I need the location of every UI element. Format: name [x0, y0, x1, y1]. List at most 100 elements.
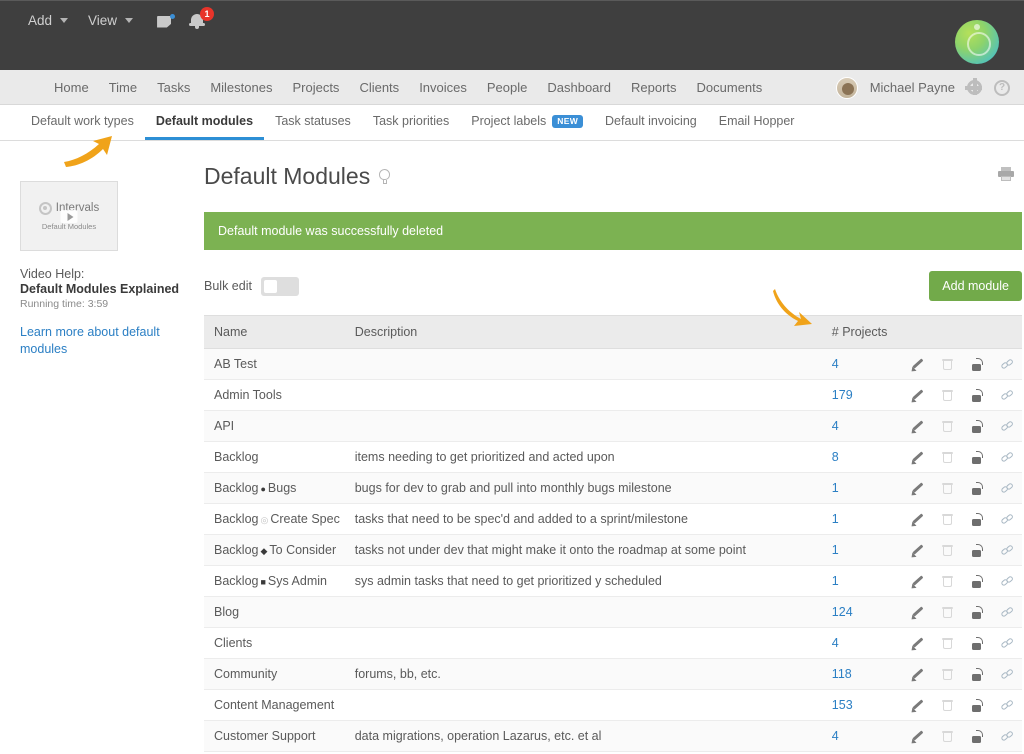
edit-icon[interactable]	[909, 729, 924, 746]
lock-icon[interactable]	[971, 667, 984, 681]
table-row[interactable]: Backlog ● Bugs bugs for dev to grab and pul…	[204, 472, 1022, 504]
tab-task-statuses[interactable]: Task statuses	[264, 105, 362, 140]
table-row[interactable]: Backlog ◎ Create Spec tasks that need to be…	[204, 503, 1022, 535]
lightbulb-icon[interactable]	[379, 169, 391, 184]
project-count-link[interactable]: 1	[832, 512, 839, 526]
nav-item-dashboard[interactable]: Dashboard	[537, 80, 621, 95]
column-header-name[interactable]: Name	[204, 315, 345, 349]
link-icon[interactable]	[1000, 512, 1014, 526]
lock-icon[interactable]	[971, 729, 984, 743]
tab-email-hopper[interactable]: Email Hopper	[708, 105, 806, 140]
bell-icon[interactable]: 1	[188, 7, 215, 30]
lock-icon[interactable]	[971, 636, 984, 650]
project-count-link[interactable]: 1	[832, 543, 839, 557]
link-icon[interactable]	[1000, 357, 1014, 371]
project-count-link[interactable]: 1	[832, 481, 839, 495]
project-count-link[interactable]: 8	[832, 450, 839, 464]
printer-icon[interactable]	[998, 167, 1014, 181]
table-row[interactable]: Backlog ■ Sys Admin sys admin tasks that ne…	[204, 565, 1022, 597]
project-count-link[interactable]: 4	[832, 636, 839, 650]
edit-icon[interactable]	[909, 481, 924, 498]
nav-item-clients[interactable]: Clients	[349, 80, 409, 95]
edit-icon[interactable]	[909, 605, 924, 622]
project-count-link[interactable]: 118	[832, 667, 852, 681]
lock-icon[interactable]	[971, 357, 984, 371]
project-count-link[interactable]: 179	[832, 388, 853, 402]
table-row[interactable]: Backlog ◆ To Consider tasks not under dev t…	[204, 534, 1022, 566]
table-row[interactable]: Clients 4	[204, 627, 1022, 659]
lock-icon[interactable]	[971, 605, 984, 619]
bulk-edit-toggle[interactable]	[260, 276, 299, 296]
user-name[interactable]: Michael Payne	[870, 80, 955, 95]
nav-item-milestones[interactable]: Milestones	[200, 80, 282, 95]
edit-icon[interactable]	[909, 512, 924, 529]
nav-item-people[interactable]: People	[477, 80, 537, 95]
link-icon[interactable]	[1000, 667, 1014, 681]
lock-icon[interactable]	[971, 481, 984, 495]
project-count-link[interactable]: 124	[832, 605, 853, 619]
play-icon[interactable]	[60, 210, 78, 224]
edit-icon[interactable]	[909, 450, 924, 467]
edit-icon[interactable]	[909, 419, 924, 436]
link-icon[interactable]	[1000, 729, 1014, 743]
add-module-button[interactable]: Add module	[929, 271, 1022, 301]
edit-icon[interactable]	[909, 357, 924, 374]
project-count-link[interactable]: 4	[832, 357, 839, 371]
link-icon[interactable]	[1000, 388, 1014, 402]
link-icon[interactable]	[1000, 698, 1014, 712]
table-row[interactable]: Backlog items needing to get prioritized …	[204, 441, 1022, 473]
table-row[interactable]: Customer Support data migrations, operati…	[204, 720, 1022, 752]
lock-icon[interactable]	[971, 419, 984, 433]
link-icon[interactable]	[1000, 450, 1014, 464]
link-icon[interactable]	[1000, 605, 1014, 619]
nav-item-tasks[interactable]: Tasks	[147, 80, 200, 95]
link-icon[interactable]	[1000, 419, 1014, 433]
nav-item-home[interactable]: Home	[44, 80, 99, 95]
edit-icon[interactable]	[909, 543, 924, 560]
table-row[interactable]: Community forums, bb, etc. 118	[204, 658, 1022, 690]
help-icon[interactable]: ?	[994, 79, 1010, 96]
tab-project-labels[interactable]: Project labels NEW	[460, 105, 594, 140]
column-header-projects[interactable]: # Projects	[821, 315, 901, 349]
link-icon[interactable]	[1000, 574, 1014, 588]
nav-item-reports[interactable]: Reports	[621, 80, 687, 95]
project-count-link[interactable]: 1	[832, 574, 839, 588]
intervals-logo[interactable]	[955, 20, 999, 64]
lock-icon[interactable]	[971, 698, 984, 712]
lock-icon[interactable]	[971, 574, 984, 588]
table-row[interactable]: Content Management 153	[204, 689, 1022, 721]
project-count-link[interactable]: 4	[832, 729, 839, 743]
link-icon[interactable]	[1000, 543, 1014, 557]
lock-icon[interactable]	[971, 450, 984, 464]
add-menu[interactable]: Add	[18, 10, 78, 31]
link-icon[interactable]	[1000, 636, 1014, 650]
note-icon[interactable]	[157, 13, 176, 29]
edit-icon[interactable]	[909, 574, 924, 591]
tab-task-priorities[interactable]: Task priorities	[362, 105, 460, 140]
project-count-link[interactable]: 4	[832, 419, 839, 433]
lock-icon[interactable]	[971, 512, 984, 526]
learn-more-link[interactable]: Learn more about default modules	[20, 324, 160, 358]
tab-default-invoicing[interactable]: Default invoicing	[594, 105, 708, 140]
edit-icon[interactable]	[909, 698, 924, 715]
nav-item-invoices[interactable]: Invoices	[409, 80, 477, 95]
tab-default-work-types[interactable]: Default work types	[20, 105, 145, 140]
lock-icon[interactable]	[971, 388, 984, 402]
link-icon[interactable]	[1000, 481, 1014, 495]
edit-icon[interactable]	[909, 667, 924, 684]
nav-item-documents[interactable]: Documents	[687, 80, 773, 95]
nav-item-time[interactable]: Time	[99, 80, 147, 95]
edit-icon[interactable]	[909, 636, 924, 653]
table-row[interactable]: API 4	[204, 410, 1022, 442]
edit-icon[interactable]	[909, 388, 924, 405]
video-help-thumbnail[interactable]: Intervals Default Modules	[20, 181, 118, 251]
lock-icon[interactable]	[971, 543, 984, 557]
table-row[interactable]: Admin Tools 179	[204, 379, 1022, 411]
project-count-link[interactable]: 153	[832, 698, 853, 712]
gear-icon[interactable]	[965, 78, 982, 95]
nav-item-projects[interactable]: Projects	[282, 80, 349, 95]
avatar[interactable]	[835, 76, 858, 99]
table-row[interactable]: Blog 124	[204, 596, 1022, 628]
view-menu[interactable]: View	[78, 10, 143, 31]
column-header-description[interactable]: Description	[344, 315, 822, 349]
